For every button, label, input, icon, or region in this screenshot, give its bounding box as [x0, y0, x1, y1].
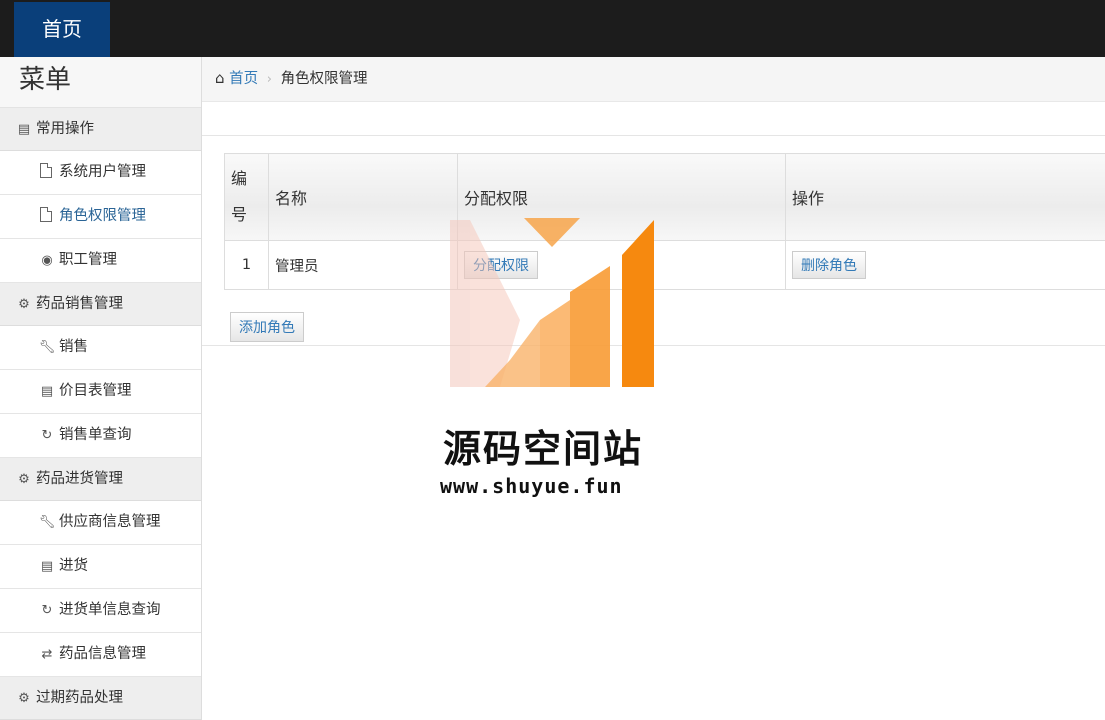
column-header-id: 编号 — [224, 153, 269, 241]
sidebar-item-purchase-query[interactable]: ↻ 进货单信息查询 — [0, 589, 201, 633]
refresh-icon: ↻ — [41, 428, 53, 443]
sidebar-group-common[interactable]: ▤ 常用操作 — [0, 108, 201, 151]
breadcrumb: ⌂ 首页 › 角色权限管理 — [202, 57, 1105, 102]
sidebar-item-role-permissions[interactable]: 角色权限管理 — [0, 195, 201, 239]
column-header-actions: 操作 — [785, 153, 1105, 241]
delete-role-button[interactable]: 删除角色 — [792, 251, 866, 279]
sidebar-item-system-users[interactable]: 系统用户管理 — [0, 151, 201, 195]
watermark-title: 源码空间站 — [443, 427, 644, 471]
watermark-url: www.shuyue.fun — [440, 474, 623, 498]
sidebar-item-staff[interactable]: ◉ 职工管理 — [0, 239, 201, 283]
home-icon: ⌂ — [215, 69, 225, 87]
divider — [202, 135, 1105, 136]
breadcrumb-current: 角色权限管理 — [280, 71, 368, 87]
breadcrumb-home-link[interactable]: 首页 — [229, 71, 258, 87]
comment-icon: ◉ — [41, 253, 53, 268]
sidebar-item-price-list[interactable]: ▤ 价目表管理 — [0, 370, 201, 414]
sidebar-group-purchase[interactable]: ⚙ 药品进货管理 — [0, 458, 201, 501]
sidebar-group-sales[interactable]: ⚙ 药品销售管理 — [0, 283, 201, 326]
cell-permissions: 分配权限 — [457, 240, 786, 290]
gear-icon: ⚙ — [18, 691, 30, 706]
column-header-name: 名称 — [268, 153, 458, 241]
wrench-icon: 🔧︎ — [38, 340, 56, 355]
nav-home-tab[interactable]: 首页 — [14, 2, 110, 57]
gear-icon: ⚙ — [18, 297, 30, 312]
sidebar-item-suppliers[interactable]: 🔧︎ 供应商信息管理 — [0, 501, 201, 545]
sidebar-item-drug-info[interactable]: ⇄ 药品信息管理 — [0, 633, 201, 677]
top-navbar: 首页 — [0, 0, 1105, 57]
book-icon: ▤ — [17, 122, 31, 137]
cell-name: 管理员 — [268, 240, 458, 290]
add-role-button[interactable]: 添加角色 — [230, 312, 304, 342]
sidebar-item-sell[interactable]: 🔧︎ 销售 — [0, 326, 201, 370]
column-header-permissions: 分配权限 — [457, 153, 786, 241]
breadcrumb-separator: › — [266, 72, 272, 87]
roles-table: 编号 名称 分配权限 操作 1 管理员 分配权限 删除角色 — [224, 153, 1105, 290]
gear-icon: ⚙ — [18, 472, 30, 487]
trash-icon: ▤ — [40, 384, 54, 399]
divider — [202, 345, 1105, 346]
trash-icon: ▤ — [40, 559, 54, 574]
file-icon — [40, 207, 52, 222]
main-content: ⌂ 首页 › 角色权限管理 编号 名称 分配权限 操作 1 管理员 分配权限 删… — [202, 57, 1105, 720]
sidebar: 菜单 ▤ 常用操作 系统用户管理 角色权限管理 ◉ 职工管理 ⚙ 药品销售管理 🔧︎ 销… — [0, 57, 202, 720]
table-row: 1 管理员 分配权限 删除角色 — [224, 240, 1105, 290]
refresh-icon: ↻ — [41, 603, 53, 618]
file-icon — [40, 163, 52, 178]
sidebar-item-purchase[interactable]: ▤ 进货 — [0, 545, 201, 589]
sidebar-title: 菜单 — [0, 57, 201, 108]
sidebar-group-expired[interactable]: ⚙ 过期药品处理 — [0, 677, 201, 720]
sidebar-item-sales-query[interactable]: ↻ 销售单查询 — [0, 414, 201, 458]
cell-actions: 删除角色 — [785, 240, 1105, 290]
assign-permissions-button[interactable]: 分配权限 — [464, 251, 538, 279]
wrench-icon: 🔧︎ — [38, 515, 56, 530]
sync-icon: ⇄ — [41, 647, 53, 662]
cell-id: 1 — [224, 240, 269, 290]
